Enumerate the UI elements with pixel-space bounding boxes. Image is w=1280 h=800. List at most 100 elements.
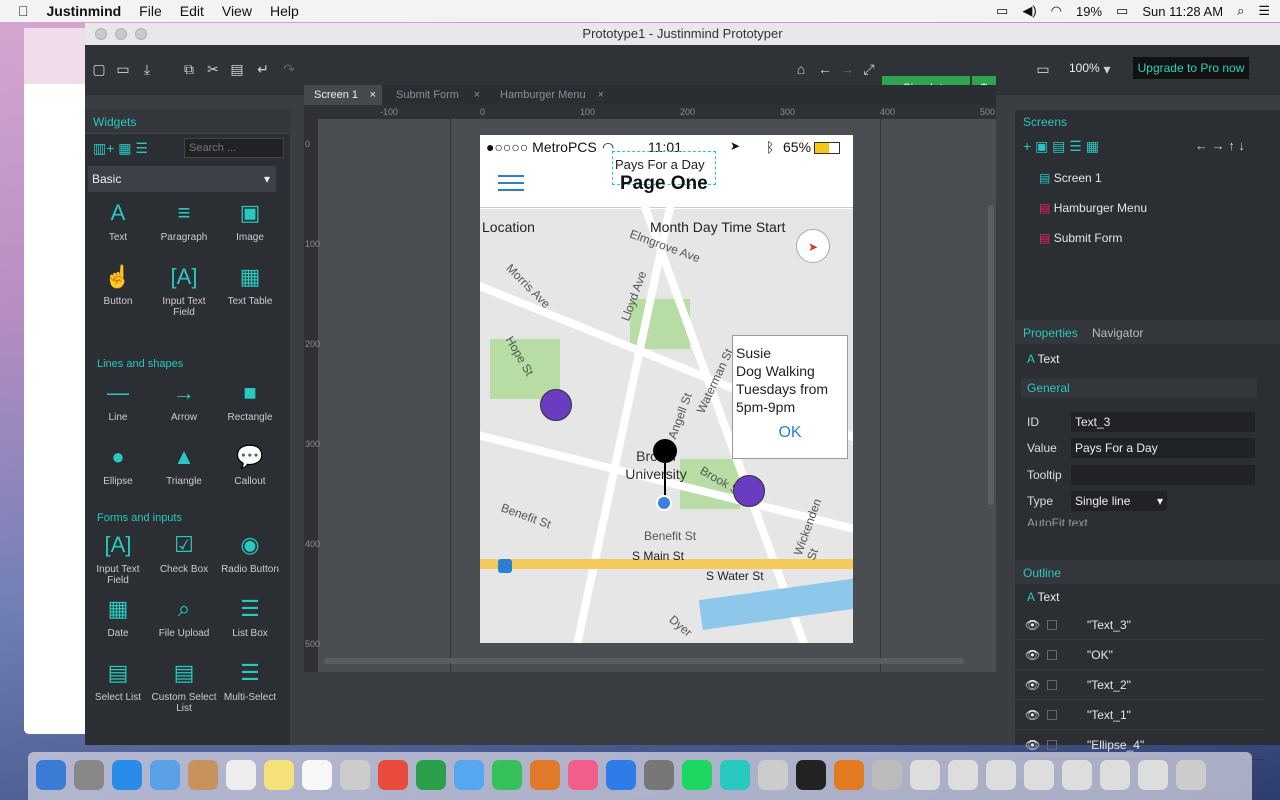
battery-percent[interactable]: 19% (1076, 4, 1102, 19)
zoom-chevron-down-icon[interactable]: ▾ (1099, 61, 1115, 77)
widget-text[interactable]: A Text (85, 198, 151, 243)
widget-triangle[interactable]: ▲ Triangle (151, 442, 217, 487)
dock-app-icon[interactable] (606, 760, 636, 790)
dock-app-icon[interactable] (834, 760, 864, 790)
map-pin-ellipse[interactable] (733, 475, 765, 507)
dock-app-icon[interactable] (378, 760, 408, 790)
popup-ok-button[interactable]: OK (736, 424, 844, 442)
widget-arrow[interactable]: → Arrow (151, 378, 217, 423)
airplay-icon[interactable]: ▭ (996, 3, 1008, 19)
widget-image[interactable]: ▣ Image (217, 198, 283, 243)
dock-app-icon[interactable] (302, 760, 332, 790)
eye-icon[interactable]: 👁 (1025, 678, 1040, 692)
screen-item-submit-form[interactable]: ▤ Submit Form (1039, 231, 1122, 245)
dock-app-icon[interactable] (264, 760, 294, 790)
eye-icon[interactable]: 👁 (1025, 648, 1040, 662)
dock-app-icon[interactable] (758, 760, 788, 790)
widget-file-upload[interactable]: ⌕ File Upload (151, 594, 217, 639)
copy-icon[interactable]: ⧉ (181, 61, 197, 77)
menu-view[interactable]: View (222, 3, 252, 19)
lock-checkbox[interactable] (1047, 650, 1057, 660)
widget-custom-select-list[interactable]: ▤ Custom Select List (151, 658, 217, 714)
dock-app-icon[interactable] (340, 760, 370, 790)
dock-app-icon[interactable] (1024, 760, 1054, 790)
black-pin-ellipse[interactable] (653, 439, 677, 463)
dock-app-icon[interactable] (1138, 760, 1168, 790)
widget-input-text-field[interactable]: [A] Input Text Field (85, 530, 151, 586)
dock-app-icon[interactable] (416, 760, 446, 790)
canvas-horizontal-scrollbar[interactable] (324, 658, 964, 664)
tab-submit-form[interactable]: Submit Form × (386, 85, 486, 105)
eye-icon[interactable]: 👁 (1025, 708, 1040, 722)
widget-ellipse[interactable]: ● Ellipse (85, 442, 151, 487)
dock-app-icon[interactable] (150, 760, 180, 790)
widget-check-box[interactable]: ☑ Check Box (151, 530, 217, 575)
dock-app-icon[interactable] (530, 760, 560, 790)
menu-file[interactable]: File (139, 3, 162, 19)
widget-multi-select[interactable]: ☰ Multi-Select (217, 658, 283, 703)
paste-icon[interactable]: ▤ (229, 61, 245, 77)
menubar-clock[interactable]: Sun 11:28 AM (1142, 4, 1223, 19)
widget-group-title[interactable]: Lines and shapes (85, 358, 285, 370)
dock-app-icon[interactable] (910, 760, 940, 790)
notification-center-icon[interactable]: ☰ (1258, 3, 1270, 19)
hamburger-menu-icon[interactable] (498, 175, 524, 191)
prop-value-field[interactable]: Pays For a Day (1071, 438, 1255, 458)
widget-search-input[interactable] (184, 138, 284, 158)
open-folder-icon[interactable]: ▭ (115, 61, 131, 77)
home-icon[interactable]: ⌂ (793, 61, 809, 77)
close-window-button[interactable] (95, 28, 107, 40)
battery-icon[interactable]: ▭ (1116, 3, 1128, 19)
undo-icon[interactable]: ↵ (255, 61, 271, 77)
dock-app-icon[interactable] (36, 760, 66, 790)
eye-icon[interactable]: 👁 (1025, 618, 1040, 632)
widget-group-title[interactable]: Forms and inputs (85, 512, 285, 524)
save-icon[interactable]: ⤓ (139, 61, 155, 77)
prop-type-select[interactable]: Single line ▾ (1071, 491, 1167, 511)
properties-section-general[interactable]: General (1021, 378, 1257, 398)
close-tab-icon[interactable]: × (474, 85, 480, 105)
dock-app-icon[interactable] (112, 760, 142, 790)
zoom-window-button[interactable] (135, 28, 147, 40)
widget-list-box[interactable]: ☰ List Box (217, 594, 283, 639)
widget-line[interactable]: — Line (85, 378, 151, 423)
apple-menu-icon[interactable]:  (18, 3, 29, 19)
dock-app-icon[interactable] (1100, 760, 1130, 790)
volume-icon[interactable]: ◀) (1022, 3, 1036, 19)
outline-row[interactable]: 👁 "Text_3" (1015, 610, 1265, 640)
dock-app-icon[interactable] (492, 760, 522, 790)
dock-app-icon[interactable] (1062, 760, 1092, 790)
widget-paragraph[interactable]: ≡ Paragraph (151, 198, 217, 243)
menu-edit[interactable]: Edit (180, 3, 204, 19)
widget-category-select[interactable]: Basic ▾ (88, 166, 276, 192)
minimize-window-button[interactable] (115, 28, 127, 40)
widget-radio-button[interactable]: ◉ Radio Button (217, 530, 283, 575)
eye-icon[interactable]: 👁 (1025, 738, 1040, 752)
map-pin-ellipse[interactable] (540, 389, 572, 421)
new-file-icon[interactable]: ▢ (91, 61, 107, 77)
widget-rectangle[interactable]: ■ Rectangle (217, 378, 283, 423)
dock-app-icon[interactable] (1176, 760, 1206, 790)
dock-app-icon[interactable] (872, 760, 902, 790)
tab-screen-1[interactable]: Screen 1 × (304, 85, 382, 105)
tab-hamburger-menu[interactable]: Hamburger Menu × (490, 85, 610, 105)
dock-app-icon[interactable] (454, 760, 484, 790)
dock-app-icon[interactable] (74, 760, 104, 790)
widget-select-list[interactable]: ▤ Select List (85, 658, 151, 703)
dock-app-icon[interactable] (568, 760, 598, 790)
outline-row[interactable]: 👁 "OK" (1015, 640, 1265, 670)
widget-button[interactable]: ☝ Button (85, 262, 151, 307)
dock-app-icon[interactable] (188, 760, 218, 790)
screen-item-screen-1[interactable]: ▤ Screen 1 (1039, 171, 1102, 185)
prop-id-field[interactable]: Text_3 (1071, 412, 1255, 432)
lock-checkbox[interactable] (1047, 620, 1057, 630)
screen-item-hamburger-menu[interactable]: ▤ Hamburger Menu (1039, 201, 1147, 215)
redo-icon[interactable]: ↷ (281, 61, 297, 77)
close-tab-icon[interactable]: × (370, 85, 376, 105)
zoom-select[interactable]: 100% (1069, 61, 1100, 75)
back-arrow-icon[interactable]: ← (817, 61, 833, 77)
prop-autofit-label[interactable]: AutoFit text (1027, 516, 1088, 526)
tab-navigator[interactable]: Navigator (1092, 326, 1143, 340)
lock-checkbox[interactable] (1047, 680, 1057, 690)
dock-app-icon[interactable] (644, 760, 674, 790)
